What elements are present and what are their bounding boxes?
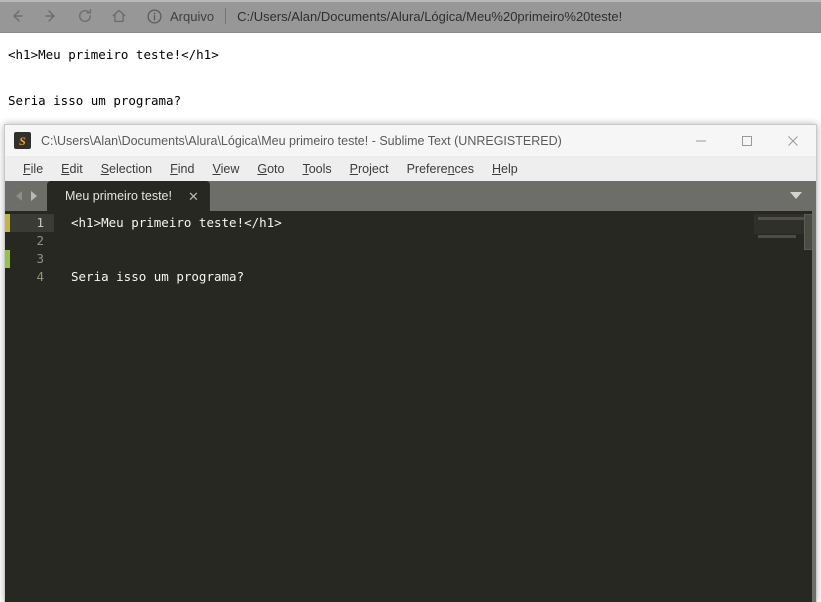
menu-preferences[interactable]: Preferences bbox=[398, 162, 483, 176]
minimap-line bbox=[758, 217, 804, 220]
back-button[interactable] bbox=[0, 0, 34, 33]
window-title: C:\Users\Alan\Documents\Alura\Lógica\Meu… bbox=[41, 133, 562, 148]
close-button[interactable] bbox=[770, 125, 816, 156]
forward-button[interactable] bbox=[34, 0, 68, 33]
minimize-button[interactable] bbox=[678, 125, 724, 156]
menu-tools[interactable]: Tools bbox=[293, 162, 340, 176]
code-line: <h1>Meu primeiro teste!</h1> bbox=[71, 215, 282, 230]
origin-label: Arquivo bbox=[170, 8, 215, 24]
caret-left-icon[interactable] bbox=[14, 190, 25, 202]
tab-close-icon[interactable]: ✕ bbox=[188, 190, 199, 203]
menu-file[interactable]: File bbox=[14, 162, 52, 176]
tabbar: Meu primeiro teste! ✕ bbox=[5, 181, 816, 211]
arrow-right-icon bbox=[42, 7, 60, 25]
minimize-icon bbox=[695, 135, 707, 147]
home-button[interactable] bbox=[102, 0, 136, 33]
menu-edit[interactable]: Edit bbox=[52, 162, 92, 176]
reload-button[interactable] bbox=[68, 0, 102, 33]
maximize-button[interactable] bbox=[724, 125, 770, 156]
code-line: Seria isso um programa? bbox=[71, 269, 245, 284]
menu-selection[interactable]: Selection bbox=[92, 162, 161, 176]
menu-goto[interactable]: Goto bbox=[248, 162, 293, 176]
page-text-line-1: <h1>Meu primeiro teste!</h1> bbox=[8, 47, 219, 62]
menubar: File Edit Selection Find View Goto Tools… bbox=[5, 156, 816, 181]
sublime-logo-icon: S bbox=[14, 132, 31, 149]
caret-right-icon[interactable] bbox=[28, 190, 39, 202]
browser-toolbar: Arquivo C:/Users/Alan/Documents/Alura/Ló… bbox=[0, 0, 821, 33]
caret-down-icon bbox=[789, 187, 803, 205]
page-text-gap bbox=[8, 64, 813, 93]
close-icon bbox=[787, 135, 799, 147]
line-number-gutter: 1 2 3 4 bbox=[10, 211, 54, 602]
window-right-edge bbox=[812, 211, 816, 602]
address-bar[interactable]: Arquivo C:/Users/Alan/Documents/Alura/Ló… bbox=[136, 0, 821, 33]
editor-body: 1 2 3 4 <h1>Meu primeiro teste!</h1> Ser… bbox=[5, 211, 816, 602]
minimap-line bbox=[758, 235, 796, 238]
tab-nav-arrows[interactable] bbox=[5, 181, 47, 211]
editor-tab[interactable]: Meu primeiro teste! ✕ bbox=[47, 181, 210, 211]
menu-project[interactable]: Project bbox=[341, 162, 398, 176]
line-number: 3 bbox=[36, 251, 44, 266]
sublime-text-window: S C:\Users\Alan\Documents\Alura\Lógica\M… bbox=[4, 124, 817, 602]
tabbar-spacer bbox=[210, 181, 776, 211]
omnibox-separator bbox=[225, 8, 227, 24]
page-text-line-2: Seria isso um programa? bbox=[8, 92, 182, 108]
home-icon bbox=[110, 7, 128, 25]
tab-dropdown-button[interactable] bbox=[776, 181, 816, 211]
line-number: 4 bbox=[36, 269, 44, 284]
maximize-icon bbox=[741, 135, 753, 147]
code-editor-area[interactable]: <h1>Meu primeiro teste!</h1> Seria isso … bbox=[54, 211, 734, 602]
reload-icon bbox=[76, 7, 94, 25]
editor-tab-label: Meu primeiro teste! bbox=[65, 189, 172, 203]
sublime-titlebar[interactable]: S C:\Users\Alan\Documents\Alura\Lógica\M… bbox=[5, 125, 816, 156]
minimap[interactable] bbox=[734, 211, 816, 602]
menu-view[interactable]: View bbox=[203, 162, 248, 176]
line-number: 1 bbox=[10, 214, 54, 232]
info-circle-icon[interactable] bbox=[146, 8, 163, 25]
menu-help[interactable]: Help bbox=[483, 162, 527, 176]
line-number: 2 bbox=[36, 233, 44, 248]
menu-find[interactable]: Find bbox=[161, 162, 203, 176]
arrow-left-icon bbox=[8, 7, 26, 25]
url-text: C:/Users/Alan/Documents/Alura/Lógica/Meu… bbox=[237, 8, 623, 24]
